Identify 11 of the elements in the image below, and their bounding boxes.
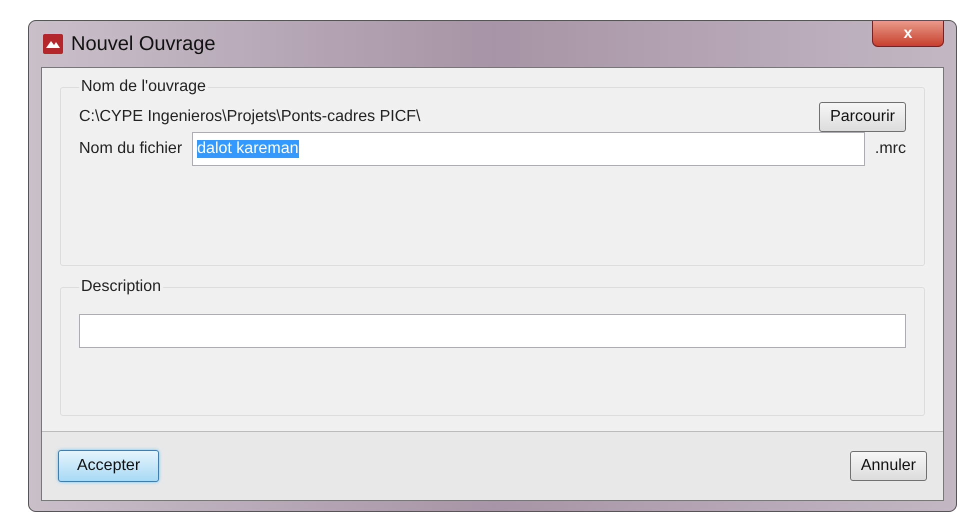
- window-title: Nouvel Ouvrage: [71, 32, 216, 56]
- browse-button[interactable]: Parcourir: [819, 102, 906, 132]
- file-extension: .mrc: [874, 140, 906, 158]
- group-title: Description: [80, 278, 162, 296]
- dialog-button[interactable]: Accepter: [58, 450, 160, 482]
- app-logo-icon: [43, 34, 63, 54]
- field-label: Nom du fichier: [79, 140, 182, 158]
- dialog-button[interactable]: Annuler: [850, 451, 927, 481]
- input-field[interactable]: [79, 314, 906, 348]
- group-title: Nom de l'ouvrage: [80, 78, 207, 96]
- folder-path: C:\CYPE Ingenieros\Projets\Ponts-cadres PICF\: [79, 108, 420, 126]
